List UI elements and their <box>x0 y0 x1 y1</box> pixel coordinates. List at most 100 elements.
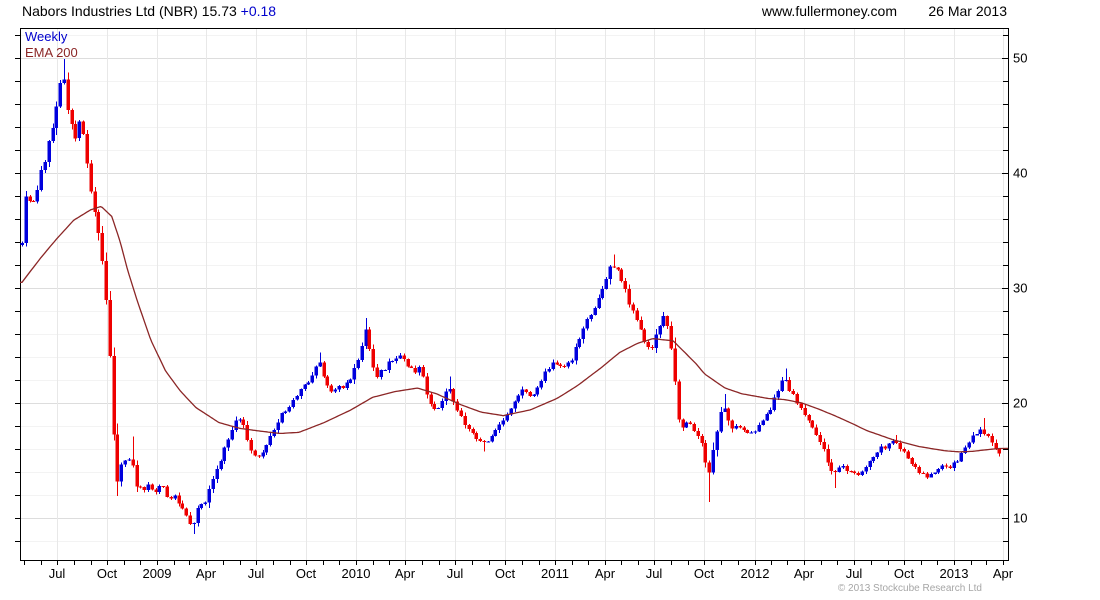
candle-body <box>765 414 769 421</box>
candle-body <box>24 196 28 244</box>
candle-body <box>280 413 284 423</box>
candle-body <box>177 495 181 504</box>
candle-body <box>341 386 345 388</box>
candle-body <box>448 388 452 392</box>
legend-timeframe: Weekly <box>25 29 68 44</box>
candle-body <box>394 358 398 361</box>
candle-body <box>673 348 677 382</box>
candle-body <box>997 448 1001 454</box>
candle-body <box>413 367 417 373</box>
candle-body <box>89 163 93 192</box>
candle-body <box>146 484 150 491</box>
candle-body <box>551 362 555 370</box>
ema-line <box>20 205 1009 453</box>
candle-body <box>295 396 299 400</box>
candle-body <box>833 471 837 472</box>
candle-body <box>639 320 643 330</box>
candle-body <box>627 288 631 305</box>
instrument-title: Nabors Industries Ltd (NBR) 15.73 <box>22 3 237 19</box>
candle-body <box>917 467 921 473</box>
x-axis-label: 2012 <box>741 566 770 581</box>
candle-body <box>581 328 585 339</box>
candle-body <box>665 316 669 326</box>
candle-body <box>692 423 696 431</box>
candle-body <box>35 190 39 202</box>
candle-body <box>887 443 891 449</box>
candle-body <box>696 430 700 436</box>
candle-body <box>978 429 982 435</box>
candle-body <box>364 329 368 347</box>
y-axis-label: 40 <box>1013 166 1027 181</box>
candle-body <box>875 452 879 457</box>
candle-body <box>780 380 784 391</box>
candle-body <box>841 465 845 468</box>
candle-body <box>818 435 822 442</box>
candle-body <box>291 399 295 407</box>
x-axis-label: 2010 <box>342 566 371 581</box>
candle-body <box>219 461 223 469</box>
candle-body <box>238 419 242 421</box>
candle-body <box>211 479 215 489</box>
candle-body <box>623 280 627 289</box>
candle-body <box>261 452 265 457</box>
candle-body <box>471 429 475 433</box>
y-axis-label: 30 <box>1013 281 1027 296</box>
candle-body <box>784 380 788 382</box>
candle-body <box>982 429 986 434</box>
candle-body <box>631 304 635 311</box>
candle-body <box>490 436 494 442</box>
candle-body <box>986 433 990 436</box>
x-axis-label: Jul <box>646 566 663 581</box>
candle-body <box>849 471 853 473</box>
candle-body <box>688 422 692 424</box>
candle-body <box>329 385 333 392</box>
candle-body <box>719 411 723 432</box>
y-axis-label: 10 <box>1013 511 1027 526</box>
candle-body <box>444 391 448 402</box>
candle-body <box>967 442 971 448</box>
candle-body <box>646 342 650 347</box>
price-change: +0.18 <box>240 3 277 19</box>
candle-body <box>138 486 142 488</box>
candle-body <box>70 110 74 125</box>
candle-body <box>566 362 570 367</box>
candle-body <box>127 459 131 461</box>
candle-body <box>226 439 230 448</box>
candle-body <box>112 355 116 435</box>
candle-body <box>54 106 58 128</box>
candle-body <box>913 463 917 468</box>
candle-body <box>616 267 620 270</box>
candle-body <box>501 420 505 425</box>
candle-body <box>47 141 51 162</box>
candle-body <box>287 406 291 412</box>
candle-body <box>402 355 406 360</box>
candle-body <box>642 329 646 343</box>
candle-body <box>513 401 517 409</box>
candle-body <box>81 121 85 134</box>
candle-body <box>360 346 364 360</box>
candle-body <box>707 462 711 473</box>
candle-body <box>257 455 261 457</box>
candle-body <box>528 392 532 397</box>
y-axis-label: 20 <box>1013 396 1027 411</box>
candle-body <box>20 243 24 245</box>
candle-body <box>356 359 360 368</box>
candle-body <box>421 366 425 377</box>
candle-body <box>600 288 604 298</box>
candle-body <box>891 440 895 444</box>
candle-body <box>96 212 100 233</box>
candle-body <box>367 329 371 350</box>
candle-body <box>486 441 490 443</box>
candle-body <box>58 83 62 107</box>
candle-body <box>925 473 929 478</box>
candle-body <box>845 465 849 472</box>
candle-body <box>711 449 715 473</box>
candle-body <box>948 466 952 469</box>
candle-body <box>383 370 387 372</box>
candle-body <box>184 508 188 516</box>
plot-border <box>20 28 1009 561</box>
candle-body <box>325 376 329 386</box>
candle-body <box>562 366 566 367</box>
candle-body <box>192 522 196 524</box>
candle-body <box>726 408 730 421</box>
